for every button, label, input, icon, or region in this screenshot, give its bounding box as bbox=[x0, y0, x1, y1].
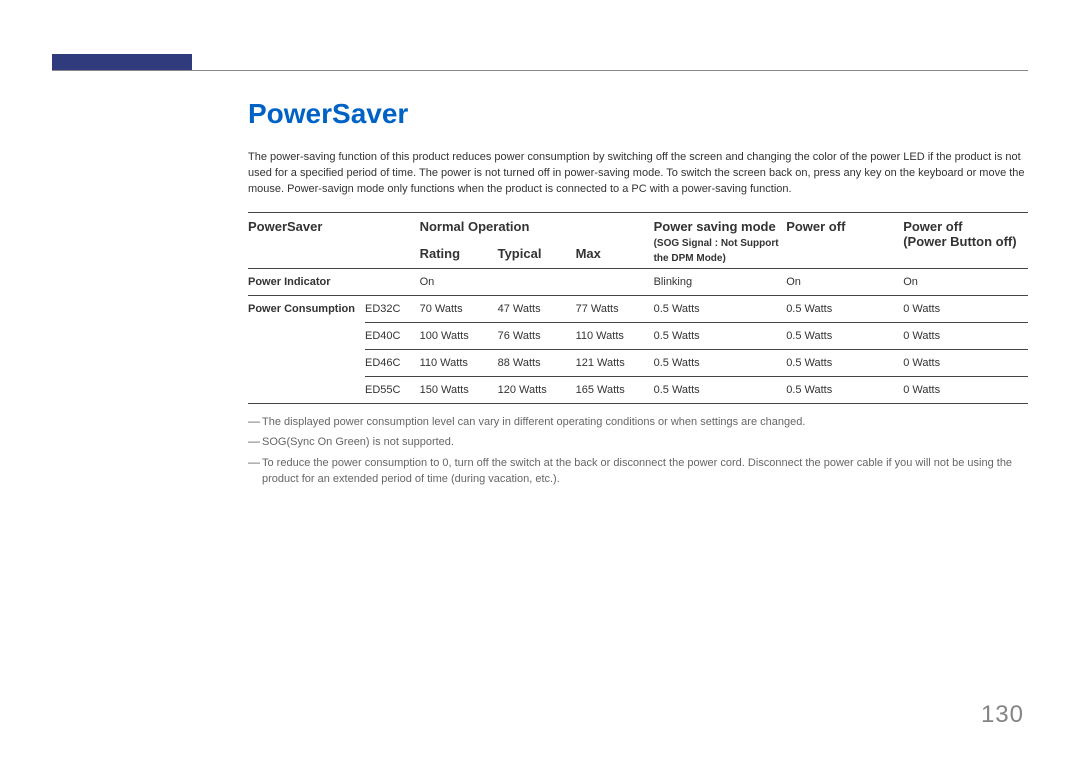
footnote-text: To reduce the power consumption to 0, tu… bbox=[262, 455, 1028, 488]
footnote-item: ― To reduce the power consumption to 0, … bbox=[248, 455, 1028, 488]
cell-off1: 0.5 Watts bbox=[786, 349, 903, 376]
page-title: PowerSaver bbox=[248, 98, 1028, 130]
powersaver-table: PowerSaver Normal Operation Power saving… bbox=[248, 212, 1028, 404]
col-psm-label: Power saving mode bbox=[654, 219, 776, 234]
intro-paragraph: The power-saving function of this produc… bbox=[248, 150, 1028, 198]
cell-typical: 47 Watts bbox=[498, 295, 576, 322]
cell-off2: 0 Watts bbox=[903, 322, 1028, 349]
cell-indicator-label: Power Indicator bbox=[248, 268, 420, 295]
cell-indicator-off1: On bbox=[786, 268, 903, 295]
cell-indicator-off2: On bbox=[903, 268, 1028, 295]
cell-model: ED40C bbox=[365, 322, 420, 349]
col-psm-sub: (SOG Signal : Not Support the DPM Mode) bbox=[654, 238, 779, 264]
cell-off1: 0.5 Watts bbox=[786, 322, 903, 349]
col-power-off2-label: Power off bbox=[903, 219, 962, 234]
cell-max: 121 Watts bbox=[576, 349, 654, 376]
col-power-off: Power off bbox=[786, 212, 903, 268]
cell-typical: 76 Watts bbox=[498, 322, 576, 349]
table-row: ED46C 110 Watts 88 Watts 121 Watts 0.5 W… bbox=[248, 349, 1028, 376]
header-accent-bar bbox=[52, 54, 192, 70]
cell-off1: 0.5 Watts bbox=[786, 295, 903, 322]
cell-model: ED32C bbox=[365, 295, 420, 322]
cell-rating: 150 Watts bbox=[420, 376, 498, 403]
table-row: ED40C 100 Watts 76 Watts 110 Watts 0.5 W… bbox=[248, 322, 1028, 349]
table-row: ED55C 150 Watts 120 Watts 165 Watts 0.5 … bbox=[248, 376, 1028, 403]
col-power-saving-mode: Power saving mode (SOG Signal : Not Supp… bbox=[654, 212, 787, 268]
cell-max: 165 Watts bbox=[576, 376, 654, 403]
col-powersaver: PowerSaver bbox=[248, 212, 420, 268]
dash-icon: ― bbox=[248, 434, 262, 448]
cell-off2: 0 Watts bbox=[903, 349, 1028, 376]
row-power-indicator: Power Indicator On Blinking On On bbox=[248, 268, 1028, 295]
cell-typical: 120 Watts bbox=[498, 376, 576, 403]
main-content: PowerSaver The power-saving function of … bbox=[248, 90, 1028, 492]
cell-off1: 0.5 Watts bbox=[786, 376, 903, 403]
page-number: 130 bbox=[981, 701, 1024, 729]
cell-max: 110 Watts bbox=[576, 322, 654, 349]
cell-psm: 0.5 Watts bbox=[654, 295, 787, 322]
cell-psm: 0.5 Watts bbox=[654, 376, 787, 403]
footnote-text: SOG(Sync On Green) is not supported. bbox=[262, 434, 454, 451]
cell-model: ED55C bbox=[365, 376, 420, 403]
dash-icon: ― bbox=[248, 455, 262, 469]
col-typical: Typical bbox=[498, 240, 576, 268]
cell-typical: 88 Watts bbox=[498, 349, 576, 376]
cell-rating: 70 Watts bbox=[420, 295, 498, 322]
cell-rating: 110 Watts bbox=[420, 349, 498, 376]
col-power-off2-sub: (Power Button off) bbox=[903, 234, 1016, 249]
dash-icon: ― bbox=[248, 414, 262, 428]
cell-psm: 0.5 Watts bbox=[654, 349, 787, 376]
col-normal-operation: Normal Operation bbox=[420, 212, 654, 240]
footnote-item: ― The displayed power consumption level … bbox=[248, 414, 1028, 431]
cell-indicator-psm: Blinking bbox=[654, 268, 787, 295]
footnote-item: ― SOG(Sync On Green) is not supported. bbox=[248, 434, 1028, 451]
cell-model: ED46C bbox=[365, 349, 420, 376]
cell-max: 77 Watts bbox=[576, 295, 654, 322]
cell-psm: 0.5 Watts bbox=[654, 322, 787, 349]
cell-off2: 0 Watts bbox=[903, 376, 1028, 403]
header-rule bbox=[52, 70, 1028, 71]
col-rating: Rating bbox=[420, 240, 498, 268]
footnotes: ― The displayed power consumption level … bbox=[248, 414, 1028, 488]
cell-off2: 0 Watts bbox=[903, 295, 1028, 322]
table-row: Power Consumption ED32C 70 Watts 47 Watt… bbox=[248, 295, 1028, 322]
cell-indicator-normal: On bbox=[420, 268, 654, 295]
cell-consumption-label: Power Consumption bbox=[248, 295, 365, 403]
col-power-off-button: Power off (Power Button off) bbox=[903, 212, 1028, 268]
footnote-text: The displayed power consumption level ca… bbox=[262, 414, 805, 431]
cell-rating: 100 Watts bbox=[420, 322, 498, 349]
col-max: Max bbox=[576, 240, 654, 268]
